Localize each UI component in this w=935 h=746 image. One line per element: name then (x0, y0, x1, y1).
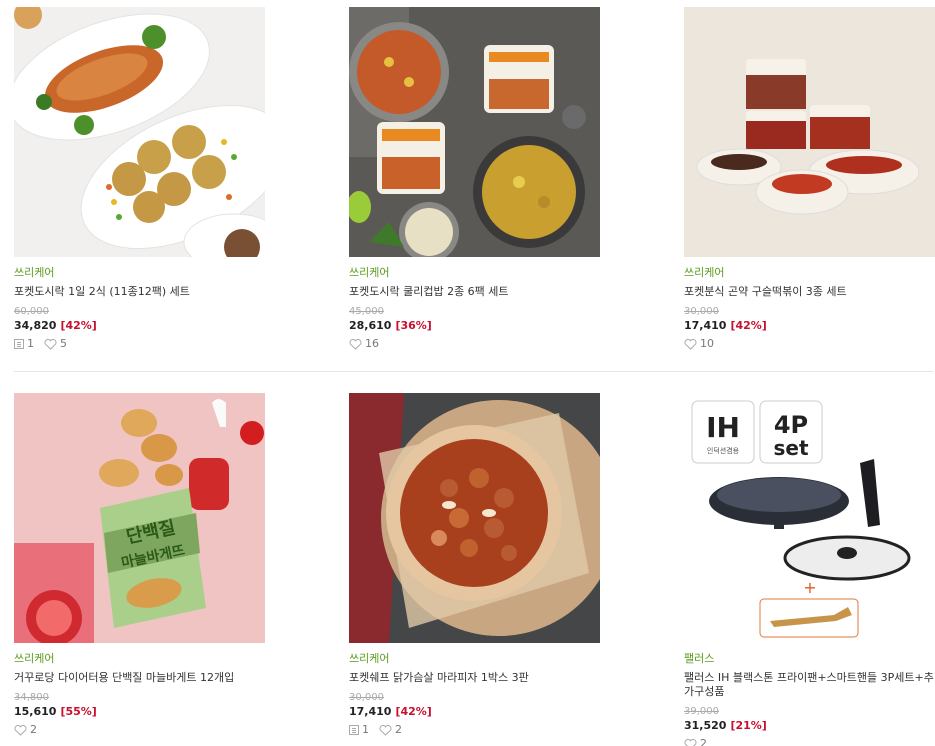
set-badge-top: 4P (774, 411, 808, 439)
original-price: 30,000 (684, 306, 719, 317)
original-price: 60,000 (14, 306, 49, 317)
ih-badge-subtext: 인덕션겸용 (707, 446, 740, 455)
discount-rate: [42%] (60, 319, 97, 332)
product-meta: 2 (684, 737, 935, 746)
original-price: 34,800 (14, 692, 49, 703)
heart-icon (349, 338, 362, 350)
product-image[interactable] (684, 7, 935, 257)
brand-name[interactable]: 쓰리케어 (349, 652, 600, 665)
svg-text:+: + (803, 578, 816, 597)
product-image[interactable] (349, 393, 600, 643)
product-meta: 1 5 (14, 337, 265, 351)
product-card[interactable]: 쓰리케어 포켓도시락 1일 2식 (11종12팩) 세트 60,000 34,8… (14, 7, 265, 351)
row-divider (14, 371, 934, 372)
product-card[interactable]: IH 인덕션겸용 4P set + 팰러스 팰러스 IH 블랙스톤 프라이팬+스… (684, 393, 935, 746)
like-count: 16 (365, 337, 379, 350)
sale-price: 17,410 (684, 319, 727, 332)
product-title[interactable]: 팰러스 IH 블랙스톤 프라이팬+스마트핸들 3P세트+추가구성품 (684, 671, 935, 699)
brand-name[interactable]: 쓰리케어 (14, 266, 265, 279)
product-meta: 10 (684, 337, 935, 351)
product-image[interactable] (349, 7, 600, 257)
product-title[interactable]: 거꾸로당 다이어터용 단백질 마늘바게트 12개입 (14, 671, 265, 685)
product-meta: 1 2 (349, 723, 600, 737)
product-meta: 2 (14, 723, 265, 737)
brand-name[interactable]: 팰러스 (684, 652, 935, 665)
like-button[interactable]: 16 (349, 337, 379, 351)
sale-price: 15,610 (14, 705, 57, 718)
brand-name[interactable]: 쓰리케어 (684, 266, 935, 279)
ih-badge-text: IH (706, 411, 740, 444)
brand-name[interactable]: 쓰리케어 (349, 266, 600, 279)
product-photo-tteokbokki (684, 7, 935, 257)
heart-icon (684, 738, 697, 746)
product-card[interactable]: 쓰리케어 포켓쉐프 닭가슴살 마라피자 1박스 3판 30,000 17,410… (349, 393, 600, 737)
like-count: 2 (700, 737, 707, 746)
review-count-link[interactable]: 1 (349, 723, 369, 737)
product-photo-mala-pizza (349, 393, 600, 643)
product-image[interactable] (14, 7, 265, 257)
product-photo-garlic-baguette: 단백질 마늘바게뜨 (14, 393, 265, 643)
heart-icon (14, 724, 27, 736)
price-line: 28,610 [36%] (349, 319, 600, 333)
discount-rate: [42%] (395, 705, 432, 718)
product-card[interactable]: 쓰리케어 포켓분식 곤약 구슬떡볶이 3종 세트 30,000 17,410 [4… (684, 7, 935, 351)
review-doc-icon (14, 339, 24, 349)
set-badge-bottom: set (773, 436, 808, 460)
heart-icon (379, 724, 392, 736)
original-price: 30,000 (349, 692, 384, 703)
sale-price: 17,410 (349, 705, 392, 718)
like-button[interactable]: 5 (44, 337, 67, 351)
price-line: 17,410 [42%] (684, 319, 935, 333)
like-button[interactable]: 2 (684, 737, 707, 746)
like-count: 2 (30, 723, 37, 736)
review-count: 1 (27, 337, 34, 350)
product-title[interactable]: 포켓도시락 1일 2식 (11종12팩) 세트 (14, 285, 265, 299)
product-image[interactable]: IH 인덕션겸용 4P set + (684, 393, 935, 643)
like-count: 10 (700, 337, 714, 350)
like-button[interactable]: 2 (14, 723, 37, 737)
product-card[interactable]: 쓰리케어 포켓도시락 쿨리컵밥 2종 6팩 세트 45,000 28,610 [3… (349, 7, 600, 351)
discount-rate: [21%] (730, 719, 767, 732)
price-line: 34,820 [42%] (14, 319, 265, 333)
product-card[interactable]: 단백질 마늘바게뜨 쓰리케어 거꾸로당 다이어터용 단백질 마늘바게트 12개입… (14, 393, 265, 737)
price-line: 15,610 [55%] (14, 705, 265, 719)
price-line: 17,410 [42%] (349, 705, 600, 719)
product-photo-lunch-plates (14, 7, 265, 257)
price-line: 31,520 [21%] (684, 719, 935, 733)
product-title[interactable]: 포켓분식 곤약 구슬떡볶이 3종 세트 (684, 285, 935, 299)
like-button[interactable]: 2 (379, 723, 402, 737)
review-count-link[interactable]: 1 (14, 337, 34, 351)
discount-rate: [42%] (730, 319, 767, 332)
review-count: 1 (362, 723, 369, 736)
product-image[interactable]: 단백질 마늘바게뜨 (14, 393, 265, 643)
discount-rate: [55%] (60, 705, 97, 718)
review-doc-icon (349, 725, 359, 735)
brand-name[interactable]: 쓰리케어 (14, 652, 265, 665)
sale-price: 28,610 (349, 319, 392, 332)
like-count: 2 (395, 723, 402, 736)
original-price: 39,000 (684, 706, 719, 717)
heart-icon (44, 338, 57, 350)
heart-icon (684, 338, 697, 350)
product-title[interactable]: 포켓도시락 쿨리컵밥 2종 6팩 세트 (349, 285, 600, 299)
product-photo-cup-rice (349, 7, 600, 257)
discount-rate: [36%] (395, 319, 432, 332)
original-price: 45,000 (349, 306, 384, 317)
sale-price: 34,820 (14, 319, 57, 332)
like-count: 5 (60, 337, 67, 350)
like-button[interactable]: 10 (684, 337, 714, 351)
product-title[interactable]: 포켓쉐프 닭가슴살 마라피자 1박스 3판 (349, 671, 600, 685)
sale-price: 31,520 (684, 719, 727, 732)
product-photo-frying-pan-set: IH 인덕션겸용 4P set + (684, 393, 935, 643)
product-meta: 16 (349, 337, 600, 351)
